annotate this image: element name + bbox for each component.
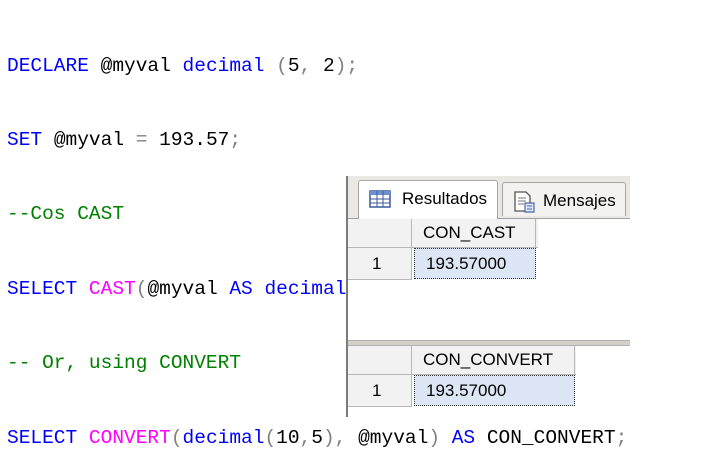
code-token: ( xyxy=(264,426,277,449)
row-header[interactable]: 1 xyxy=(348,248,412,280)
code-token: ( xyxy=(135,277,148,300)
code-token: DECLARE xyxy=(7,54,89,77)
grid-corner[interactable] xyxy=(348,346,412,374)
tab-mensajes[interactable]: Mensajes xyxy=(502,182,626,216)
tab-resultados-label: Resultados xyxy=(402,189,488,208)
row-header[interactable]: 1 xyxy=(348,375,412,407)
code-token: = xyxy=(135,128,148,151)
code-token: 5 xyxy=(287,54,300,77)
code-token: 10 xyxy=(276,426,300,449)
results-tabbar: Resultados Mensajes xyxy=(348,176,630,219)
grid-corner[interactable] xyxy=(348,219,412,247)
document-icon xyxy=(512,190,536,219)
code-token: @myval xyxy=(358,426,429,449)
code-line: SET @myval = 193.57; xyxy=(7,128,627,153)
code-token: 2 xyxy=(311,54,335,77)
code-token: ); xyxy=(334,54,359,77)
code-token: ), xyxy=(322,426,347,449)
column-header-con-cast[interactable]: CON_CAST xyxy=(412,219,536,247)
code-token: SET xyxy=(7,128,43,151)
code-token: @myval xyxy=(100,54,171,77)
code-token: SELECT xyxy=(7,426,78,449)
grid-icon xyxy=(369,190,391,213)
tab-resultados[interactable]: Resultados xyxy=(358,180,498,219)
code-token: AS xyxy=(229,277,253,300)
code-token: @myval xyxy=(53,128,125,151)
code-token: @myval xyxy=(147,277,218,300)
code-token: AS xyxy=(451,426,476,449)
result-grid-convert: CON_CONVERT 1 193.57000 xyxy=(348,346,630,417)
code-token: , xyxy=(299,54,312,77)
code-token: SELECT xyxy=(7,277,78,300)
code-token: 5 xyxy=(311,426,323,449)
code-line: DECLARE @myval decimal (5, 2); xyxy=(7,54,627,79)
code-token: 193.57 xyxy=(147,128,230,151)
code-token: CAST xyxy=(88,277,136,300)
code-token: -- Or, using CONVERT xyxy=(7,352,242,375)
grid-cell-con-convert[interactable]: 193.57000 xyxy=(414,375,575,406)
code-token: , xyxy=(299,426,312,449)
code-token: ) xyxy=(428,426,441,449)
results-pane: Resultados Mensajes CON_CAST 1 193.57000… xyxy=(346,176,630,417)
code-token: ( xyxy=(276,54,288,77)
result-grid-cast: CON_CAST 1 193.57000 xyxy=(348,219,630,340)
code-token: ( xyxy=(170,426,183,449)
grid-cell-con-cast[interactable]: 193.57000 xyxy=(414,248,536,279)
code-token: CONVERT xyxy=(88,426,171,449)
column-header-con-convert[interactable]: CON_CONVERT xyxy=(412,346,575,374)
code-token: decimal xyxy=(264,277,347,300)
code-token: decimal xyxy=(182,54,265,77)
code-line: SELECT CONVERT(decimal(10,5), @myval) AS… xyxy=(7,426,627,451)
tab-mensajes-label: Mensajes xyxy=(543,191,616,210)
code-token: ; xyxy=(229,128,242,151)
code-token: --Cos CAST xyxy=(7,203,125,226)
code-token: decimal xyxy=(182,426,265,449)
code-token: ; xyxy=(615,426,628,449)
code-token: CON_CONVERT xyxy=(486,426,616,449)
